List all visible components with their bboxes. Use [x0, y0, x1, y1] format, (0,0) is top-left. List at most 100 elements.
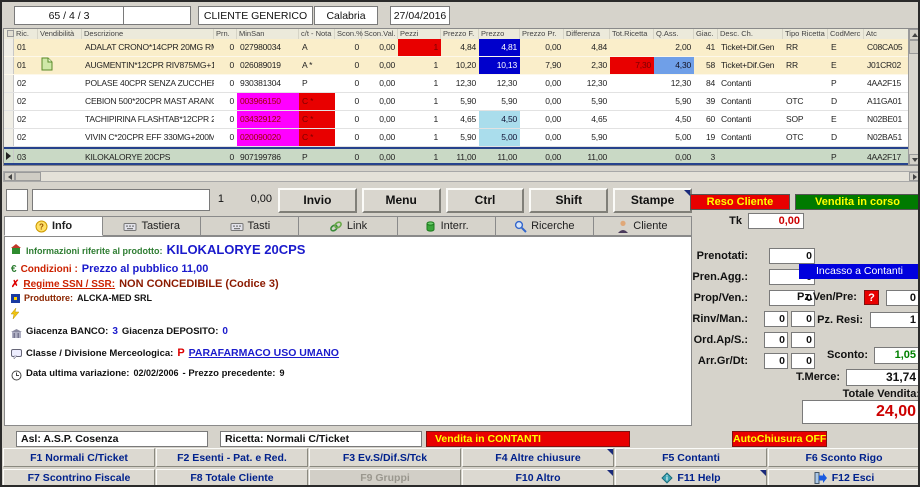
counter-field[interactable]: 0 [769, 248, 815, 264]
column-header-prezzo: Prezzo [479, 29, 520, 39]
cell-nota: P [299, 149, 335, 163]
header-empty-box [123, 6, 191, 25]
menu-button[interactable]: Menu [362, 188, 441, 213]
cell-prezzo: 12,30 [479, 75, 520, 92]
cell-atc: A11GA01 [864, 93, 908, 110]
cell-desc: TACHIPIRINA FLASHTAB*12CPR 250 [82, 111, 214, 128]
cell-desc_ch: Contanti [718, 129, 783, 146]
counter-label: Prenotati: [688, 250, 748, 262]
tab-info[interactable]: ?Info [4, 216, 103, 236]
table-corner-icon [7, 30, 14, 37]
ricetta-input[interactable]: Ricetta: Normali C/Ticket [220, 431, 422, 447]
bank-icon [11, 326, 22, 344]
reso-cliente-button[interactable]: Reso Cliente [690, 194, 790, 210]
scroll-up-icon[interactable] [909, 29, 920, 40]
table-row[interactable]: 02TACHIPIRINA FLASHTAB*12CPR 25000343291… [4, 111, 908, 129]
cell-scon_pct: 0 [335, 75, 362, 92]
pz-ven-label: Pz.Ven/Pre: [797, 291, 861, 303]
table-row[interactable]: 01AUGMENTIN*12CPR RIV875MG+125MG00260890… [4, 57, 908, 75]
fnkey-f3-ev-s-dif-s-tck[interactable]: F3 Ev.S/Dif.S/Tck [309, 448, 461, 467]
counter-fields: 00 [751, 332, 815, 348]
cell-codmerc: E [828, 111, 864, 128]
cell-ric: 01 [14, 57, 38, 74]
cell-pezzi: 1 [398, 93, 441, 110]
asl-input[interactable]: Asl: A.S.P. Cosenza [16, 431, 208, 447]
fnkey-label: F11 Help [677, 472, 720, 484]
ctrl-button[interactable]: Ctrl [446, 188, 525, 213]
horizontal-scroll-thumb[interactable] [15, 172, 41, 181]
table-row[interactable]: 01ADALAT CRONO*14CPR 20MG RM0027980034A0… [4, 39, 908, 57]
column-header-tot_ricetta: Tot.Ricetta [610, 29, 654, 39]
help-question-button[interactable]: ? [864, 290, 879, 305]
counter-field[interactable]: 0 [764, 353, 788, 369]
cell-tipo_ricetta: RR [783, 57, 828, 74]
fnkey-f4-altre-chiusure[interactable]: F4 Altre chiusure [462, 448, 614, 467]
cell-atc: 4AA2F15 [864, 75, 908, 92]
table-row[interactable]: 02POLASE 40CPR SENZA ZUCCHERO0930381304P… [4, 75, 908, 93]
invio-button[interactable]: Invio [278, 188, 357, 213]
tab-interr[interactable]: Interr. [398, 216, 496, 236]
scroll-down-icon[interactable] [909, 154, 920, 165]
fnkey-label: F8 Totale Cliente [190, 472, 273, 484]
counter-field[interactable]: 0 [791, 332, 815, 348]
giacenza-banco-value: 3 [112, 326, 118, 337]
cell-atc: 4AA2F17 [864, 149, 908, 163]
fnkey-label: F9 Gruppi [360, 472, 410, 484]
cell-scon_pct: 0 [335, 93, 362, 110]
product-search-input[interactable] [32, 189, 210, 211]
cell-differenza: 2,30 [564, 57, 610, 74]
autochiusura-banner[interactable]: AutoChiusura OFF [732, 431, 827, 447]
tab-tasti[interactable]: Tasti [201, 216, 299, 236]
tab-link[interactable]: Link [299, 216, 397, 236]
cell-prn: 0 [214, 149, 237, 163]
column-header-ric: Ric. [14, 29, 38, 39]
fnkey-f6-sconto-rigo[interactable]: F6 Sconto Rigo [768, 448, 920, 467]
cell-tipo_ricetta: SOP [783, 111, 828, 128]
cell-prezzo_pr: 0,00 [520, 75, 564, 92]
cell-tipo_ricetta [783, 75, 828, 92]
column-header-pezzi: Pezzi [398, 29, 441, 39]
scroll-right-icon[interactable] [909, 172, 920, 181]
cell-minsan: 034329122 [237, 111, 299, 128]
fnkey-f10-altro[interactable]: F10 Altro [462, 469, 614, 487]
cell-scon_val: 0,00 [362, 75, 398, 92]
classe-label: Classe / Divisione Merceologica: [26, 348, 173, 359]
table-row[interactable]: 03KILOKALORYE 20CPS0907199786P00,00111,0… [4, 147, 908, 165]
counter-field[interactable]: 0 [764, 311, 788, 327]
stampe-button[interactable]: Stampe [613, 188, 692, 213]
horizontal-scrollbar[interactable] [3, 171, 920, 182]
fnkey-f11-help[interactable]: iF11 Help [615, 469, 767, 487]
question-icon: ? [35, 220, 48, 233]
sconto-field: 1,05 [874, 347, 920, 364]
cell-ric: 02 [14, 129, 38, 146]
tab-label: Cliente [633, 220, 667, 232]
column-header-tipo_ricetta: Tipo Ricetta [783, 29, 828, 39]
counter-label: Rinv/Man.: [688, 313, 748, 325]
fnkey-f8-totale-cliente[interactable]: F8 Totale Cliente [156, 469, 308, 487]
current-date: 27/04/2016 [394, 10, 447, 22]
cell-prezzo: 11,00 [479, 149, 520, 163]
fnkey-f5-contanti[interactable]: F5 Contanti [615, 448, 767, 467]
tab-cliente[interactable]: Cliente [594, 216, 692, 236]
table-row[interactable]: 02VIVIN C*20CPR EFF 330MG+200MG002009002… [4, 129, 908, 147]
shift-button[interactable]: Shift [529, 188, 608, 213]
classe-value[interactable]: PARAFARMACO USO UMANO [189, 347, 339, 359]
cell-desc_ch: Contanti [718, 111, 783, 128]
scroll-left-icon[interactable] [4, 172, 15, 181]
fnkey-f12-esci[interactable]: F12 Esci [768, 469, 920, 487]
fnkey-f7-scontrino-fiscale[interactable]: F7 Scontrino Fiscale [3, 469, 155, 487]
tab-tastiera[interactable]: Tastiera [103, 216, 201, 236]
tab-ricerche[interactable]: Ricerche [496, 216, 594, 236]
cell-codmerc: E [828, 39, 864, 56]
counter-field[interactable]: 0 [764, 332, 788, 348]
lightning-icon [11, 306, 19, 324]
counter-label: Pren.Agg.: [688, 271, 748, 283]
cell-ric: 02 [14, 93, 38, 110]
vertical-scrollbar[interactable] [908, 29, 920, 165]
fnkey-f2-esenti-pat-e-red-[interactable]: F2 Esenti - Pat. e Red. [156, 448, 308, 467]
cell-gutter [4, 75, 14, 92]
table-row[interactable]: 02CEBION 500*20CPR MAST ARANCIA000396615… [4, 93, 908, 111]
cell-prezzo_pr: 0,00 [520, 39, 564, 56]
vertical-scroll-thumb[interactable] [909, 40, 920, 54]
fnkey-f1-normali-c-ticket[interactable]: F1 Normali C/Ticket [3, 448, 155, 467]
